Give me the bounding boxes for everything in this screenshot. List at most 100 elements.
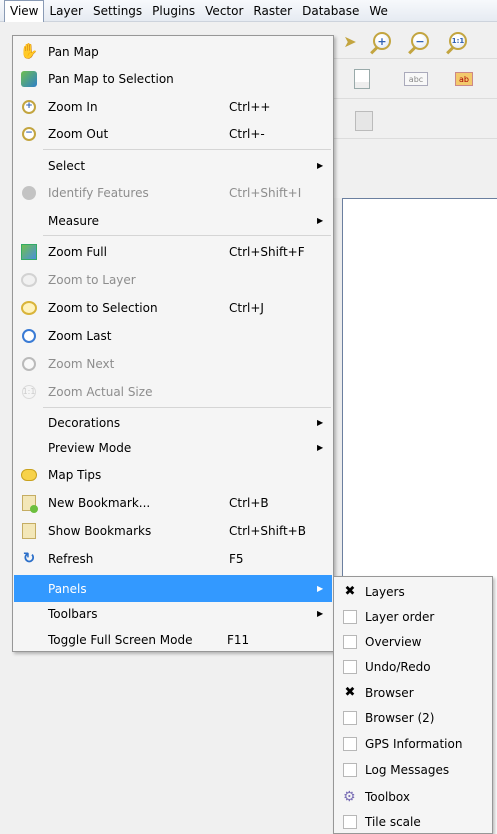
menu-item-shortcut: Ctrl+B bbox=[229, 495, 269, 510]
menu-item-identify-features[interactable]: Identify Features Ctrl+Shift+I bbox=[14, 179, 332, 206]
view-menu: ✋ Pan Map Pan Map to Selection + Zoom In… bbox=[12, 35, 334, 652]
new-bookmark-icon bbox=[20, 494, 38, 513]
menu-item-zoom-next[interactable]: Zoom Next bbox=[14, 350, 332, 377]
menu-web[interactable]: We bbox=[364, 1, 393, 21]
menu-bar: View Layer Settings Plugins Vector Raste… bbox=[0, 0, 497, 22]
menu-item-toggle-full-screen[interactable]: Toggle Full Screen Mode F11 bbox=[14, 626, 332, 653]
menu-item-label: Panels bbox=[48, 581, 87, 596]
map-tips-icon bbox=[20, 466, 38, 484]
menu-vector[interactable]: Vector bbox=[200, 1, 248, 21]
scroll-icon[interactable] bbox=[352, 109, 376, 133]
menu-item-new-bookmark[interactable]: New Bookmark... Ctrl+B bbox=[14, 489, 332, 516]
panel-item-toolbox[interactable]: ⚙ Toolbox bbox=[335, 784, 491, 809]
menu-item-map-tips[interactable]: Map Tips bbox=[14, 461, 332, 488]
menu-item-label: New Bookmark... bbox=[48, 495, 151, 510]
menu-item-pan-map[interactable]: ✋ Pan Map bbox=[14, 38, 332, 65]
menu-item-preview-mode[interactable]: Preview Mode ▶ bbox=[14, 434, 332, 461]
checkbox[interactable] bbox=[343, 736, 357, 751]
gear-icon: ⚙ bbox=[343, 788, 356, 805]
submenu-arrow-icon: ▶ bbox=[317, 443, 324, 452]
menu-item-label: Preview Mode bbox=[48, 440, 132, 455]
pan-cursor-icon[interactable]: ➤ bbox=[338, 29, 362, 53]
menu-item-label: Pan Map to Selection bbox=[48, 71, 174, 86]
menu-item-label: Zoom Next bbox=[48, 356, 115, 371]
menu-item-label: Measure bbox=[48, 213, 99, 228]
identify-icon bbox=[20, 184, 38, 202]
menu-item-measure[interactable]: Measure ▶ bbox=[14, 207, 332, 234]
menu-item-label: Toolbars bbox=[48, 606, 98, 621]
checkbox[interactable] bbox=[343, 659, 357, 674]
checkbox[interactable] bbox=[343, 710, 357, 725]
menu-item-label: Zoom to Layer bbox=[48, 272, 136, 287]
zoom-actual-toolbar-icon[interactable]: 1:1 bbox=[446, 29, 470, 53]
menu-item-zoom-last[interactable]: Zoom Last bbox=[14, 322, 332, 349]
panel-item-browser[interactable]: ✖ Browser bbox=[335, 680, 491, 705]
menu-item-label: Identify Features bbox=[48, 185, 149, 200]
menu-item-label: Zoom Actual Size bbox=[48, 384, 153, 399]
menu-item-toolbars[interactable]: Toolbars ▶ bbox=[14, 600, 332, 627]
menu-item-refresh[interactable]: ↻ Refresh F5 bbox=[14, 545, 332, 572]
menu-item-label: Pan Map bbox=[48, 44, 99, 59]
zoom-last-icon bbox=[20, 327, 38, 345]
document-icon[interactable] bbox=[350, 67, 374, 91]
checkbox[interactable] bbox=[343, 609, 357, 624]
menu-raster[interactable]: Raster bbox=[248, 1, 297, 21]
extra-toolbar bbox=[334, 99, 497, 139]
label-highlight-icon[interactable]: ab bbox=[452, 67, 476, 91]
checkbox-checked[interactable]: ✖ bbox=[343, 585, 357, 599]
menu-item-decorations[interactable]: Decorations ▶ bbox=[14, 409, 332, 436]
panel-item-gps-information[interactable]: GPS Information bbox=[335, 731, 491, 756]
map-navigation-toolbar: ➤ + − 1:1 bbox=[334, 23, 497, 59]
menu-database[interactable]: Database bbox=[297, 1, 364, 21]
panel-item-label: Layer order bbox=[365, 609, 435, 624]
panel-item-log-messages[interactable]: Log Messages bbox=[335, 757, 491, 782]
submenu-arrow-icon: ▶ bbox=[317, 418, 324, 427]
menu-item-shortcut: F5 bbox=[229, 551, 244, 566]
menu-settings[interactable]: Settings bbox=[88, 1, 147, 21]
zoom-actual-icon: 1:1 bbox=[20, 383, 38, 401]
menu-layer[interactable]: Layer bbox=[44, 1, 87, 21]
menu-item-zoom-actual-size[interactable]: 1:1 Zoom Actual Size bbox=[14, 378, 332, 405]
menu-item-zoom-out[interactable]: − Zoom Out Ctrl+- bbox=[14, 120, 332, 147]
menu-item-label: Refresh bbox=[48, 551, 94, 566]
show-bookmarks-icon bbox=[20, 522, 38, 540]
menu-plugins[interactable]: Plugins bbox=[147, 1, 200, 21]
panel-item-browser-2[interactable]: Browser (2) bbox=[335, 705, 491, 730]
checkbox[interactable] bbox=[343, 634, 357, 649]
menu-item-zoom-to-selection[interactable]: Zoom to Selection Ctrl+J bbox=[14, 294, 332, 321]
menu-item-shortcut: F11 bbox=[227, 632, 250, 647]
menu-item-label: Zoom Full bbox=[48, 244, 107, 259]
menu-item-label: Toggle Full Screen Mode bbox=[48, 632, 193, 647]
panel-item-tile-scale[interactable]: Tile scale bbox=[335, 809, 491, 834]
panel-item-undo-redo[interactable]: Undo/Redo bbox=[335, 654, 491, 679]
menu-item-shortcut: Ctrl+Shift+I bbox=[229, 185, 302, 200]
menu-item-label: Zoom Last bbox=[48, 328, 112, 343]
menu-item-show-bookmarks[interactable]: Show Bookmarks Ctrl+Shift+B bbox=[14, 517, 332, 544]
menu-item-zoom-in[interactable]: + Zoom In Ctrl++ bbox=[14, 93, 332, 120]
menu-view[interactable]: View bbox=[4, 0, 45, 22]
menu-item-zoom-to-layer[interactable]: Zoom to Layer bbox=[14, 266, 332, 293]
zoom-out-icon: − bbox=[20, 125, 38, 143]
checkbox[interactable] bbox=[343, 762, 357, 777]
panel-item-layers[interactable]: ✖ Layers bbox=[335, 579, 491, 604]
toolbar-area: ➤ + − 1:1 abc ab bbox=[334, 23, 497, 198]
zoom-out-toolbar-icon[interactable]: − bbox=[408, 29, 432, 53]
refresh-icon: ↻ bbox=[22, 549, 36, 567]
panel-item-layer-order[interactable]: Layer order bbox=[335, 604, 491, 629]
label-abc-icon[interactable]: abc bbox=[404, 67, 428, 91]
checkbox-checked[interactable]: ✖ bbox=[343, 686, 357, 700]
menu-item-shortcut: Ctrl+Shift+F bbox=[229, 244, 305, 259]
zoom-in-toolbar-icon[interactable]: + bbox=[370, 29, 394, 53]
menu-item-shortcut: Ctrl+J bbox=[229, 300, 264, 315]
checkbox[interactable] bbox=[343, 814, 357, 829]
panel-item-overview[interactable]: Overview bbox=[335, 629, 491, 654]
panel-item-label: Toolbox bbox=[365, 789, 410, 804]
menu-item-pan-map-to-selection[interactable]: Pan Map to Selection bbox=[14, 65, 332, 92]
panel-item-label: Browser bbox=[365, 685, 414, 700]
submenu-arrow-icon: ▶ bbox=[317, 161, 324, 170]
menu-item-select[interactable]: Select ▶ bbox=[14, 152, 332, 179]
menu-separator bbox=[43, 149, 331, 150]
zoom-full-icon bbox=[20, 243, 38, 261]
menu-item-zoom-full[interactable]: Zoom Full Ctrl+Shift+F bbox=[14, 238, 332, 265]
menu-item-panels[interactable]: Panels ▶ bbox=[14, 575, 332, 602]
